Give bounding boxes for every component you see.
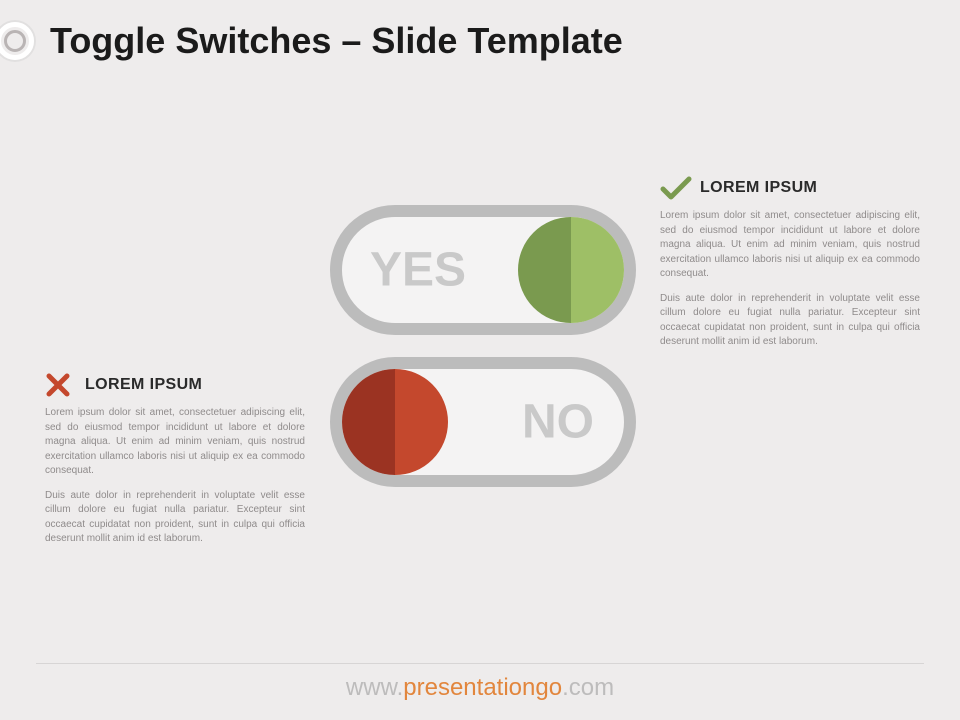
slide-title: Toggle Switches – Slide Template (50, 20, 623, 62)
toggle-yes-label: YES (370, 243, 466, 298)
toggle-no-knob (342, 369, 448, 475)
footer-url: www.presentationgo.com (0, 674, 960, 702)
callout-yes: LOREM IPSUM Lorem ipsum dolor sit amet, … (660, 175, 920, 360)
toggle-yes-knob (518, 217, 624, 323)
toggle-no-label: NO (522, 395, 594, 450)
callout-no-title: LOREM IPSUM (85, 376, 202, 394)
check-icon (660, 175, 692, 201)
footer-divider (36, 663, 924, 664)
callout-yes-body: Lorem ipsum dolor sit amet, consectetuer… (660, 209, 920, 350)
callout-yes-head: LOREM IPSUM (660, 175, 920, 201)
footer-url-pre: www. (346, 674, 403, 701)
slide-header: Toggle Switches – Slide Template (0, 20, 960, 62)
callout-no-body: Lorem ipsum dolor sit amet, consectetuer… (45, 406, 305, 547)
callout-no-p2: Duis aute dolor in reprehenderit in volu… (45, 489, 305, 547)
callout-yes-title: LOREM IPSUM (700, 179, 817, 197)
toggle-group: YES NO (330, 205, 636, 509)
callout-yes-p2: Duis aute dolor in reprehenderit in volu… (660, 292, 920, 350)
callout-no-p1: Lorem ipsum dolor sit amet, consectetuer… (45, 406, 305, 479)
callout-no: LOREM IPSUM Lorem ipsum dolor sit amet, … (45, 372, 305, 557)
callout-no-head: LOREM IPSUM (45, 372, 305, 398)
cross-icon (45, 372, 77, 398)
header-ring-icon (0, 20, 36, 62)
footer-url-mid: presentationgo (403, 674, 562, 701)
footer-url-suf: .com (562, 674, 614, 701)
callout-yes-p1: Lorem ipsum dolor sit amet, consectetuer… (660, 209, 920, 282)
toggle-yes: YES (330, 205, 636, 335)
toggle-no: NO (330, 357, 636, 487)
